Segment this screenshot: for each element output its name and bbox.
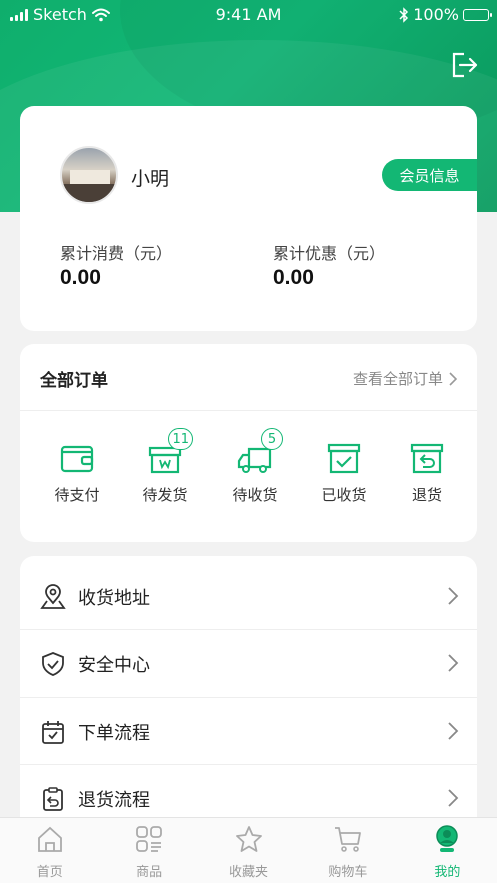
clipboard-return-icon [43,786,63,811]
chevron-right-icon [449,371,457,386]
tab-label: 收藏夹 [229,865,269,880]
location-pin-icon [40,583,66,609]
return-box-icon [410,443,444,474]
status-right: 100% [399,5,492,24]
order-status-label: 待发货 [142,486,188,504]
chevron-right-icon [448,587,459,605]
order-status-label: 退货 [411,486,442,504]
profile-icon [436,825,459,852]
chevron-right-icon [448,722,459,740]
tab-cart[interactable]: 购物车 [298,818,397,883]
menu-item-label: 收货地址 [78,587,150,609]
order-status-received[interactable]: 已收货 [309,440,379,505]
calendar-check-icon [42,720,64,744]
order-status-pending-payment[interactable]: 待支付 [42,440,112,505]
bluetooth-icon [399,6,409,23]
box-check-icon [327,443,361,474]
tab-label: 我的 [434,865,461,880]
order-status-label: 已收货 [321,486,367,504]
tab-favorites[interactable]: 收藏夹 [199,818,298,883]
total-spent-value: 0.00 [60,266,101,289]
orders-card: 全部订单 查看全部订单 待支付 11 待发货 5 待收货 已收货 退货 [20,344,477,542]
order-status-pending-shipment[interactable]: 11 待发货 [130,428,200,505]
profile-card: 小明 会员信息 累计消费（元） 0.00 累计优惠（元） 0.00 [20,106,477,331]
tab-label: 购物车 [328,865,368,880]
cart-icon [334,827,361,852]
star-icon [235,826,262,852]
total-discount-label: 累计优惠（元） [273,244,386,263]
badge-count: 5 [261,428,283,450]
menu-item-label: 退货流程 [78,789,150,811]
settings-menu: 收货地址 安全中心 下单流程 退货流程 [20,556,477,856]
grid-icon [136,826,163,852]
orders-title: 全部订单 [40,371,108,391]
tab-label: 首页 [36,865,63,880]
home-icon [37,826,62,852]
total-discount-value: 0.00 [273,266,314,289]
battery-icon [463,8,492,21]
status-bar: Sketch 9:41 AM 100% [0,0,497,30]
tab-products[interactable]: 商品 [99,818,198,883]
chevron-right-icon [448,789,459,807]
battery-label: 100% [413,5,459,24]
order-status-label: 待支付 [54,486,100,504]
menu-item-security[interactable]: 安全中心 [20,630,477,697]
divider [20,410,477,411]
user-name: 小明 [131,168,170,190]
tab-home[interactable]: 首页 [0,818,99,883]
wallet-icon [60,445,94,473]
tab-profile[interactable]: 我的 [398,818,497,883]
chevron-right-icon [448,654,459,672]
avatar[interactable] [60,146,118,204]
shield-check-icon [42,651,64,676]
tab-bar: 首页 商品 收藏夹 购物车 我的 [0,817,497,883]
view-all-orders-link[interactable]: 查看全部订单 [353,368,457,389]
total-spent-label: 累计消费（元） [60,244,173,263]
badge-count: 11 [168,428,193,450]
tab-label: 商品 [136,865,163,880]
order-status-pending-receipt[interactable]: 5 待收货 [220,428,290,505]
order-status-return[interactable]: 退货 [392,440,462,505]
menu-item-label: 下单流程 [78,722,150,744]
menu-item-label: 安全中心 [78,654,150,676]
menu-item-address[interactable]: 收货地址 [20,563,477,630]
menu-item-order-process[interactable]: 下单流程 [20,698,477,765]
order-status-label: 待收货 [232,486,278,504]
view-all-orders-label: 查看全部订单 [352,370,443,388]
logout-icon[interactable] [450,50,480,80]
member-info-button[interactable]: 会员信息 [382,159,477,191]
